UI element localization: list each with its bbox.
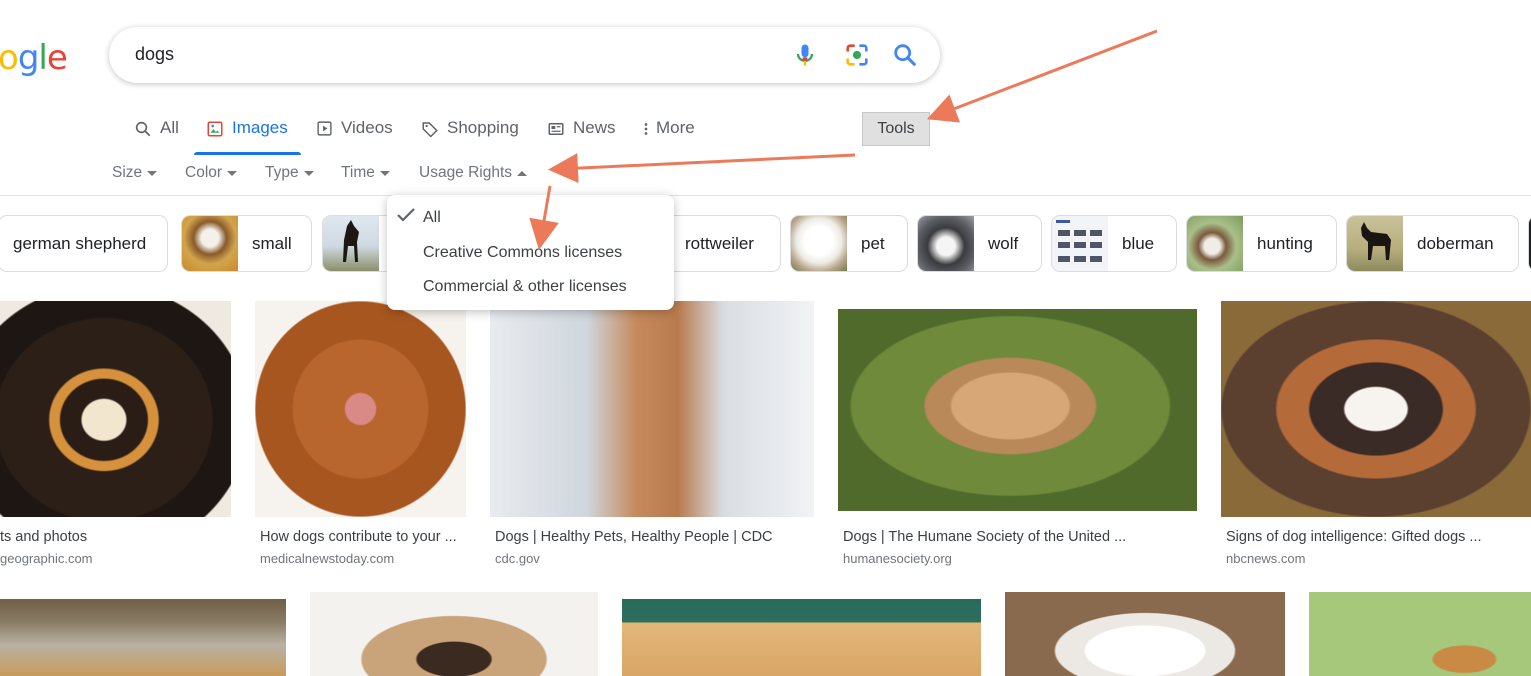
result-image[interactable] [310,592,598,676]
chip-blue[interactable]: blue [1051,215,1177,272]
chip-thumbnail [1052,216,1108,271]
vertical-dots-icon [644,123,648,135]
menu-item-creative-commons[interactable]: Creative Commons licenses [423,244,622,262]
result-image[interactable] [490,301,814,517]
chip-thumbnail [918,216,974,271]
result-source[interactable]: nbcnews.com [1226,551,1305,566]
menu-item-commercial[interactable]: Commercial & other licenses [423,278,627,296]
result-image[interactable] [0,599,286,676]
mic-icon[interactable] [791,41,819,69]
chip-thumbnail [182,216,238,271]
checkmark-icon [397,208,415,222]
chip-label: wolf [988,233,1019,253]
result-caption[interactable]: Dogs | Healthy Pets, Healthy People | CD… [495,529,815,545]
usage-rights-menu: All Creative Commons licenses Commercial… [387,195,674,310]
logo-letter: g [17,38,40,78]
filter-time[interactable]: Time [341,164,390,182]
caret-down-icon [147,170,158,176]
filter-label: Type [265,164,299,181]
play-icon [317,121,332,136]
tab-label: Shopping [447,118,519,137]
google-logo[interactable]: ogle [0,38,68,78]
caret-down-icon [227,170,238,176]
arrow-to-usage-rights [548,153,856,184]
search-box[interactable]: dogs [109,27,940,83]
search-input[interactable]: dogs [135,44,174,65]
result-source[interactable]: humanesociety.org [843,551,952,566]
search-icon[interactable] [891,41,919,69]
filter-label: Size [112,164,143,181]
caret-down-icon [379,170,390,176]
header-divider [0,195,1531,196]
logo-letter: e [46,38,68,78]
result-image[interactable] [1005,592,1285,676]
tab-shopping[interactable]: Shopping [421,118,519,156]
tab-label: All [160,118,179,137]
search-icon [135,121,151,137]
filter-label: Color [185,164,223,181]
filter-label: Time [341,164,375,181]
chip-wolf[interactable]: wolf [917,215,1042,272]
tab-more[interactable]: More [640,118,695,156]
chip-doberman[interactable]: doberman [1346,215,1519,272]
caret-down-icon [303,170,314,176]
filter-usage-rights[interactable]: Usage Rights [419,164,528,182]
filter-type[interactable]: Type [265,164,314,182]
filter-label: Usage Rights [419,164,513,181]
dog-silhouette [1361,222,1391,260]
arrow-to-tools [926,29,1158,123]
camera-lens-icon[interactable] [843,41,871,69]
result-source[interactable]: medicalnewstoday.com [260,551,394,566]
caret-up-icon [517,170,528,176]
tools-button[interactable]: Tools [862,112,930,146]
result-source[interactable]: cdc.gov [495,551,540,566]
tab-label: Videos [341,118,393,137]
chip-label: german shepherd [13,233,147,253]
chip-thumbnail [1347,216,1403,271]
filter-color[interactable]: Color [185,164,238,182]
result-source[interactable]: geographic.com [0,551,93,566]
tab-videos[interactable]: Videos [316,118,393,156]
tag-icon [422,122,438,138]
logo-letter: l [38,38,48,78]
tab-label: More [656,118,695,137]
result-image[interactable] [1221,301,1531,517]
chip-label: pet [861,233,885,253]
tab-images[interactable]: Images [206,118,288,156]
chip-label: hunting [1257,233,1313,253]
result-image[interactable] [0,301,231,517]
result-image[interactable] [838,309,1197,511]
chip-label: doberman [1417,233,1494,253]
chip-thumbnail [791,216,847,271]
image-icon [207,121,223,137]
result-image[interactable] [622,599,981,676]
tab-label: News [573,118,616,137]
newspaper-icon [548,123,564,135]
result-caption[interactable]: Signs of dog intelligence: Gifted dogs .… [1226,529,1526,545]
result-caption[interactable]: ts and photos [0,529,231,545]
result-image[interactable] [255,301,466,517]
chip-thumbnail [1187,216,1243,271]
result-caption[interactable]: How dogs contribute to your ... [260,529,466,545]
tab-all[interactable]: All [134,118,179,156]
dog-silhouette [343,220,359,262]
chip-pet[interactable]: pet [790,215,908,272]
result-image[interactable] [1309,592,1531,676]
result-caption[interactable]: Dogs | The Humane Society of the United … [843,529,1197,545]
active-tab-indicator [194,152,301,155]
logo-letter: o [0,38,19,78]
chip-label: small [252,233,292,253]
tab-label: Images [232,118,288,137]
filter-size[interactable]: Size [112,164,158,182]
chip-german-shepherd[interactable]: german shepherd [0,215,168,272]
chart-thumbnail-icon [1056,220,1102,262]
chip-thumbnail [323,216,379,271]
tab-news[interactable]: News [547,118,616,156]
menu-item-all[interactable]: All [423,209,441,227]
chip-hunting[interactable]: hunting [1186,215,1337,272]
chip-small[interactable]: small [181,215,312,272]
chip-label: blue [1122,233,1155,253]
